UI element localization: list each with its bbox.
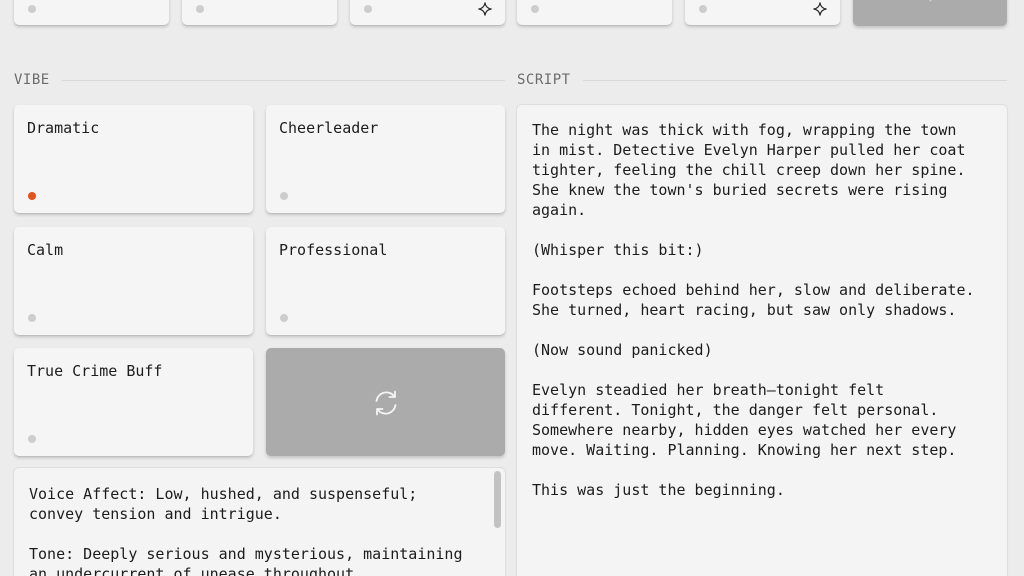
script-text: The night was thick with fog, wrapping t… — [532, 121, 975, 499]
sparkle-icon — [478, 2, 492, 16]
shuffle-vibe-button[interactable] — [266, 348, 505, 456]
more-voices-button[interactable] — [853, 0, 1007, 26]
selected-indicator-dot — [28, 192, 36, 200]
voice-card-4[interactable] — [517, 0, 672, 25]
vibe-option-cheerleader[interactable]: Cheerleader — [266, 105, 505, 213]
voice-card-1[interactable] — [14, 0, 169, 25]
vibe-option-dramatic[interactable]: Dramatic — [14, 105, 253, 213]
vibe-option-label: Professional — [279, 241, 388, 259]
voice-card-2[interactable] — [182, 0, 337, 25]
vibe-instructions-textarea[interactable]: Voice Affect: Low, hushed, and suspensef… — [14, 468, 505, 576]
indicator-dot — [28, 314, 36, 322]
vibe-option-label: Cheerleader — [279, 119, 379, 137]
vibe-instructions-text: Voice Affect: Low, hushed, and suspensef… — [29, 485, 463, 576]
vibe-section-label: VIBE — [14, 72, 50, 88]
indicator-dot — [280, 314, 288, 322]
vibe-option-true-crime-buff[interactable]: True Crime Buff — [14, 348, 253, 456]
sparkle-icon — [813, 2, 827, 16]
vibe-option-label: Dramatic — [27, 119, 100, 137]
voice-indicator-dot — [531, 5, 539, 13]
vibe-option-label: Calm — [27, 241, 64, 259]
arrow-icon — [929, 0, 935, 2]
vibe-option-calm[interactable]: Calm — [14, 227, 253, 335]
script-textarea[interactable]: The night was thick with fog, wrapping t… — [517, 105, 1007, 576]
script-divider — [583, 80, 1007, 81]
voice-indicator-dot — [28, 5, 36, 13]
voice-indicator-dot — [196, 5, 204, 13]
vibe-option-label: True Crime Buff — [27, 362, 163, 380]
voice-card-3[interactable] — [350, 0, 505, 25]
voice-indicator-dot — [364, 5, 372, 13]
script-section-label: SCRIPT — [517, 72, 571, 88]
indicator-dot — [280, 192, 288, 200]
scrollbar-thumb[interactable] — [494, 471, 501, 528]
voice-indicator-dot — [699, 5, 707, 13]
vibe-option-professional[interactable]: Professional — [266, 227, 505, 335]
voice-card-5[interactable] — [685, 0, 840, 25]
vibe-divider — [62, 80, 505, 81]
refresh-icon — [375, 390, 397, 416]
indicator-dot — [28, 435, 36, 443]
